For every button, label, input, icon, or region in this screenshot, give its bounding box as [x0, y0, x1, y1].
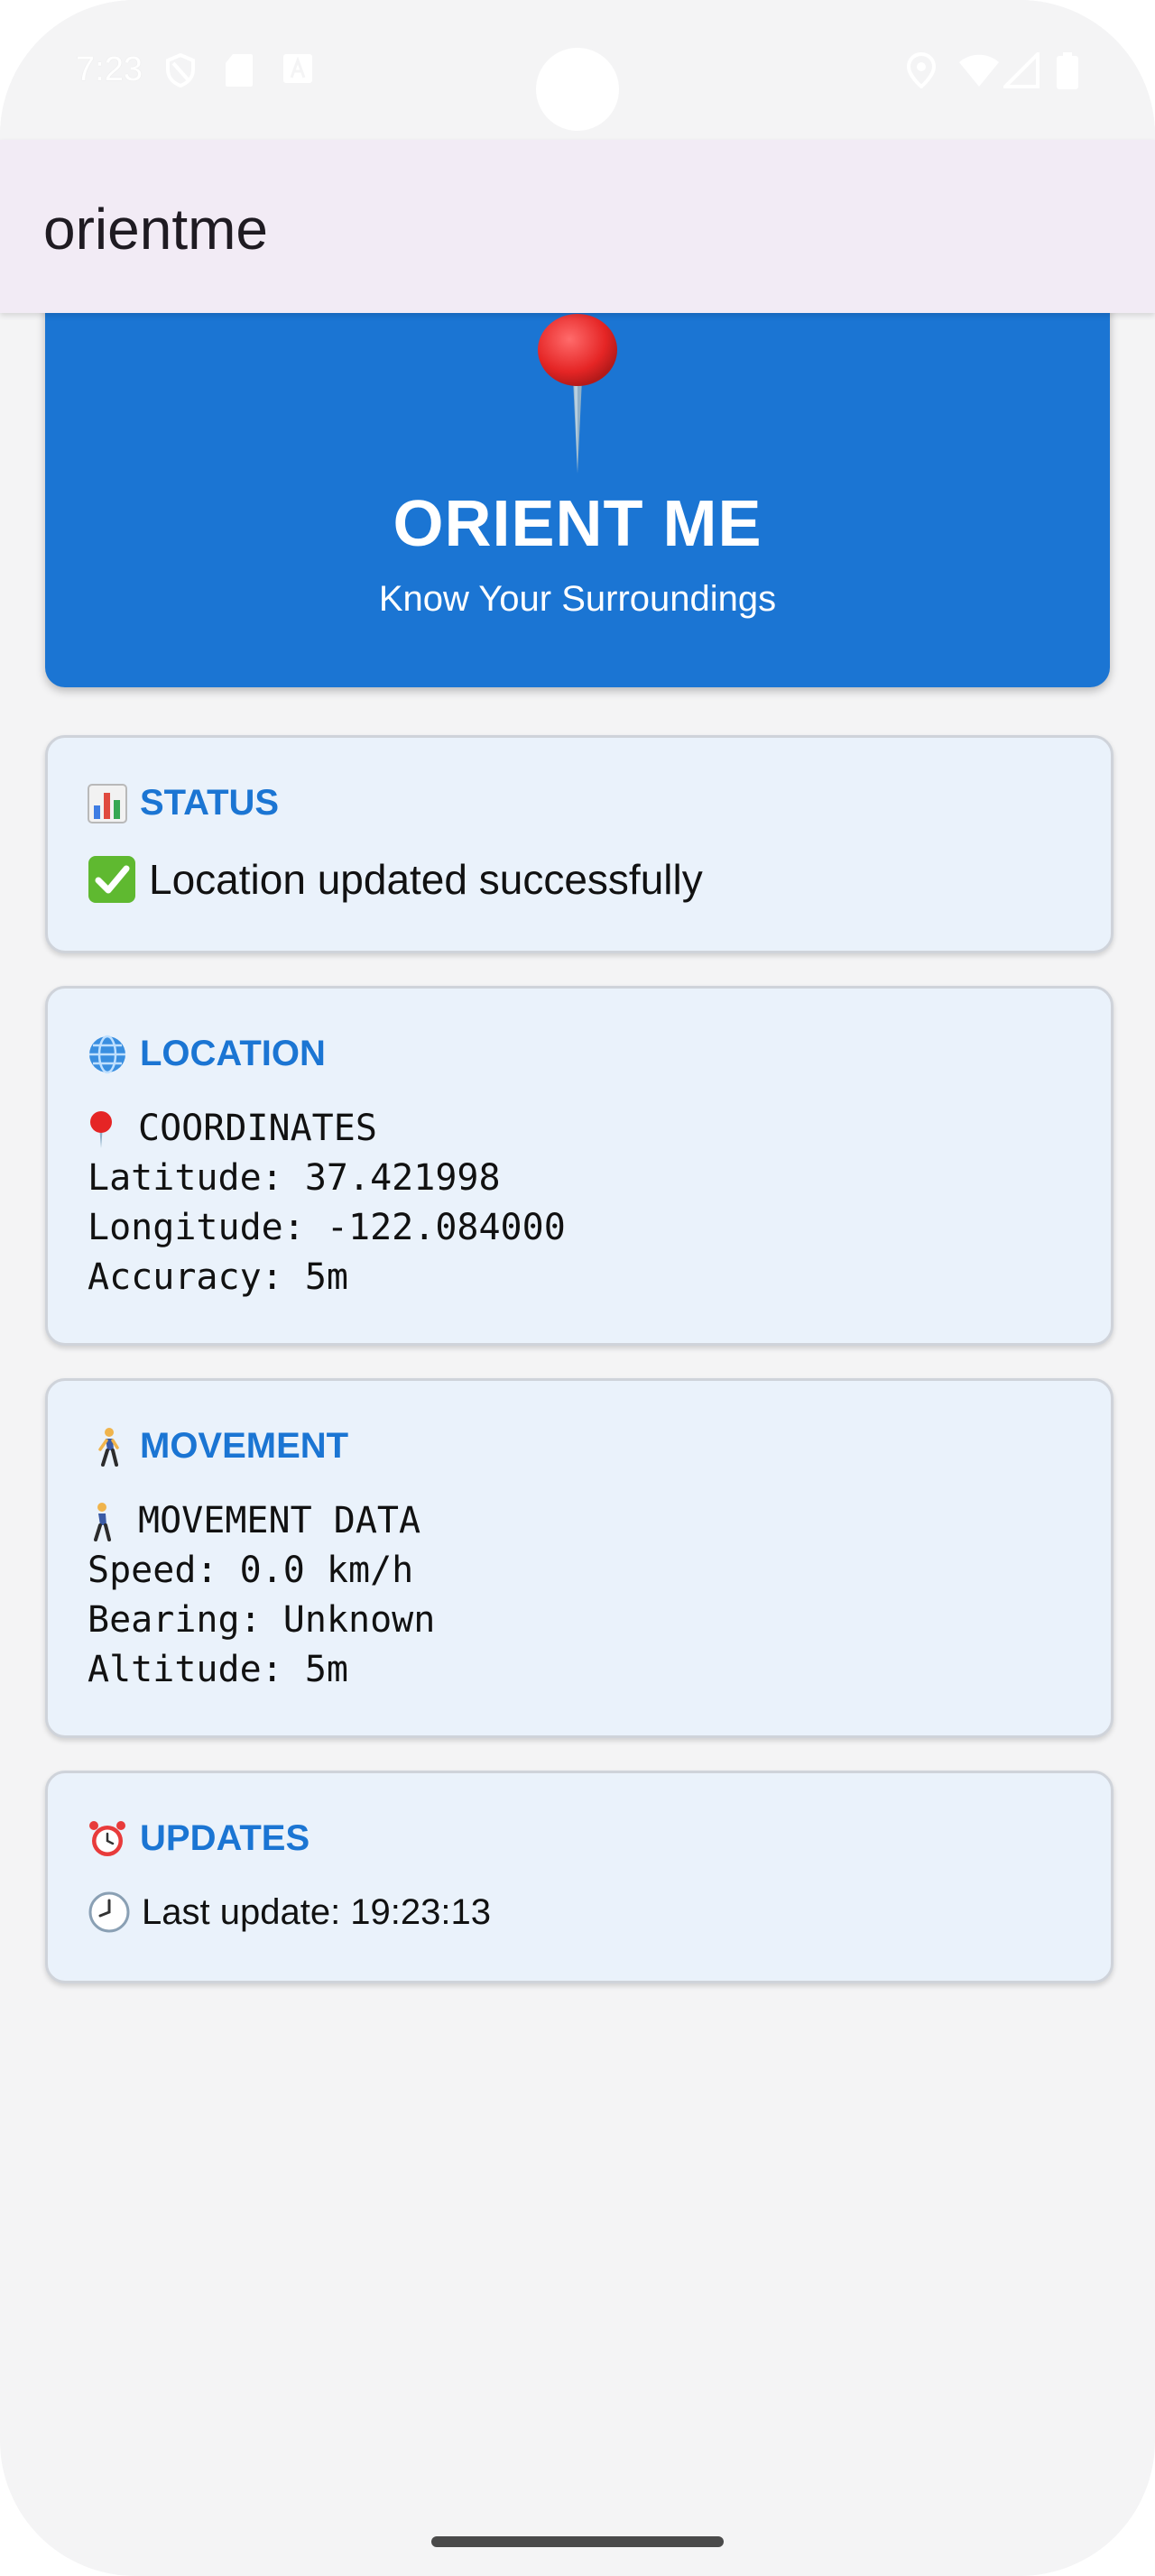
hero-banner: ORIENT ME Know Your Surroundings — [45, 271, 1110, 687]
status-message: Location updated successfully — [149, 856, 703, 903]
status-time: 7:23 — [76, 51, 143, 88]
sd-card-icon — [226, 54, 253, 87]
hero-title: ORIENT ME — [393, 488, 762, 560]
coordinates-heading: COORDINATES — [138, 1108, 377, 1149]
movement-card: MOVEMENT MOVEMENT DATA Speed: 0.0 km/h B… — [45, 1378, 1113, 1738]
alarm-clock-icon — [89, 1820, 125, 1856]
movement-heading: MOVEMENT DATA — [138, 1500, 421, 1541]
latitude-value: Latitude: 37.421998 — [88, 1157, 501, 1199]
location-card: LOCATION COORDINATES Latitude: 37.421998… — [45, 986, 1113, 1346]
bar-chart-icon — [88, 783, 127, 823]
pushpin-icon — [538, 314, 617, 474]
signal-icon — [1003, 52, 1040, 88]
longitude-value: Longitude: -122.084000 — [88, 1207, 566, 1248]
card-header: LOCATION — [88, 1034, 326, 1074]
app-bar: orientme — [0, 140, 1155, 313]
keyboard-a-icon — [283, 54, 312, 83]
bearing-value: Bearing: Unknown — [88, 1599, 436, 1641]
card-header: MOVEMENT — [88, 1426, 348, 1467]
coordinates-block: COORDINATES Latitude: 37.421998 Longitud… — [88, 1104, 566, 1302]
card-title: LOCATION — [140, 1034, 326, 1073]
altitude-value: Altitude: 5m — [88, 1649, 348, 1690]
hero-subtitle: Know Your Surroundings — [378, 579, 777, 619]
home-indicator[interactable] — [431, 2536, 724, 2547]
phone-screen: 7:23 orientme ORIENT ME Know Your Surrou… — [0, 0, 1155, 2576]
walking-person-icon — [94, 1502, 111, 1541]
movement-block: MOVEMENT DATA Speed: 0.0 km/h Bearing: U… — [88, 1496, 435, 1695]
card-header: STATUS — [88, 783, 279, 823]
globe-icon — [89, 1035, 125, 1073]
pushpin-icon — [90, 1110, 112, 1148]
card-title: UPDATES — [140, 1818, 310, 1858]
clock-icon — [88, 1891, 130, 1933]
card-title: MOVEMENT — [140, 1426, 349, 1466]
card-header: UPDATES — [88, 1818, 310, 1859]
accuracy-value: Accuracy: 5m — [88, 1256, 348, 1298]
check-mark-icon — [88, 856, 135, 903]
status-bar: 7:23 — [0, 0, 1155, 140]
wifi-icon — [959, 54, 999, 87]
location-icon — [906, 52, 937, 88]
last-update-row: Last update: 19:23:13 — [88, 1891, 491, 1934]
card-title: STATUS — [140, 783, 280, 823]
status-card: STATUS Location updated successfully — [45, 735, 1113, 953]
app-title: orientme — [43, 197, 268, 262]
speed-value: Speed: 0.0 km/h — [88, 1550, 414, 1591]
shield-icon — [166, 52, 195, 88]
last-update-text: Last update: 19:23:13 — [142, 1891, 491, 1932]
updates-card: UPDATES Last update: 19:23:13 — [45, 1771, 1113, 1983]
camera-cutout — [536, 48, 619, 131]
walking-person-icon — [98, 1427, 119, 1467]
status-message-row: Location updated successfully — [88, 855, 703, 904]
battery-icon — [1057, 52, 1078, 89]
